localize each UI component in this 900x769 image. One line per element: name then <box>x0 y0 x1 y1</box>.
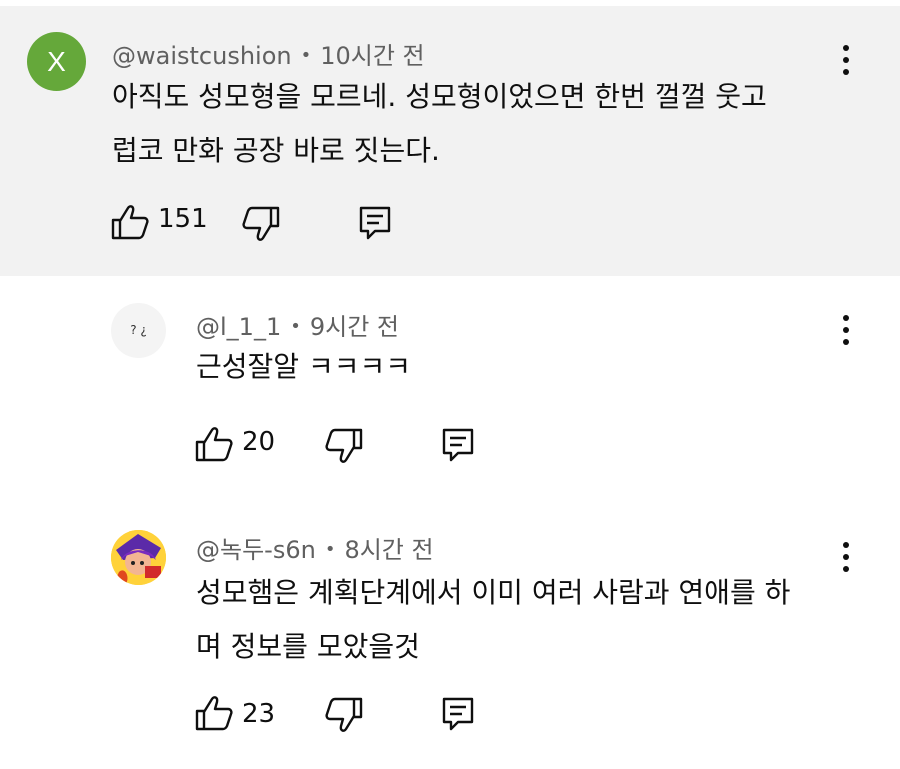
comment-meta: @l_1_1 • 9시간 전 <box>196 307 399 342</box>
comment-text: 근성잘알 ㅋㅋㅋㅋ <box>196 340 411 394</box>
thumbs-up-icon[interactable] <box>110 202 150 242</box>
thumbs-down-icon[interactable] <box>324 426 364 466</box>
comment-item: @녹두-s6n • 8시간 전 성모햄은 계획단계에서 이미 여러 사람과 연애를 … <box>0 516 900 769</box>
comment-meta: @녹두-s6n • 8시간 전 <box>196 530 434 565</box>
reply-icon[interactable] <box>355 203 395 243</box>
more-options-icon[interactable] <box>838 315 854 349</box>
author-name[interactable]: @녹두-s6n <box>196 536 316 564</box>
like-count: 151 <box>158 204 208 234</box>
author-name[interactable]: @waistcushion <box>112 42 292 70</box>
comment-meta: @waistcushion • 10시간 전 <box>112 36 425 71</box>
thumbs-down-icon[interactable] <box>241 204 281 244</box>
comment-text-line: 성모햄은 계획단계에서 이미 여러 사람과 연애를 하 <box>196 576 791 609</box>
reply-icon[interactable] <box>438 694 478 734</box>
comment-text-line: 럽코 만화 공장 바로 짓는다. <box>112 134 440 167</box>
author-name[interactable]: @l_1_1 <box>196 313 281 341</box>
comment-text-line: 아직도 성모형을 모르네. 성모형이었으면 한번 껄껄 웃고 <box>112 80 767 113</box>
meta-separator: • <box>324 539 336 560</box>
timestamp: 10시간 전 <box>320 42 425 70</box>
reply-icon[interactable] <box>438 425 478 465</box>
more-options-icon[interactable] <box>838 45 854 79</box>
comment-item: ? ¿ @l_1_1 • 9시간 전 근성잘알 ㅋㅋㅋㅋ 20 <box>0 276 900 516</box>
thumbs-down-icon[interactable] <box>324 695 364 735</box>
comment-text-line: 며 정보를 모았을것 <box>196 630 420 663</box>
timestamp: 9시간 전 <box>309 313 399 341</box>
meta-separator: • <box>290 316 301 337</box>
avatar[interactable]: ? ¿ <box>111 303 166 358</box>
avatar[interactable]: X <box>27 32 86 91</box>
meta-separator: • <box>300 45 312 66</box>
like-count: 20 <box>242 427 276 457</box>
more-options-icon[interactable] <box>838 542 854 576</box>
comment-text: 성모햄은 계획단계에서 이미 여러 사람과 연애를 하 며 정보를 모았을것 <box>196 566 790 674</box>
avatar-illustration <box>111 530 166 585</box>
comment-text-line: 근성잘알 ㅋㅋㅋㅋ <box>196 350 411 383</box>
comment-item: X @waistcushion • 10시간 전 아직도 성모형을 모르네. 성모형… <box>0 6 900 276</box>
timestamp: 8시간 전 <box>344 536 434 564</box>
avatar[interactable] <box>111 530 166 585</box>
like-count: 23 <box>242 699 276 729</box>
thumbs-up-icon[interactable] <box>194 693 234 733</box>
comment-text: 아직도 성모형을 모르네. 성모형이었으면 한번 껄껄 웃고 럽코 만화 공장 … <box>112 70 767 178</box>
thumbs-up-icon[interactable] <box>194 424 234 464</box>
